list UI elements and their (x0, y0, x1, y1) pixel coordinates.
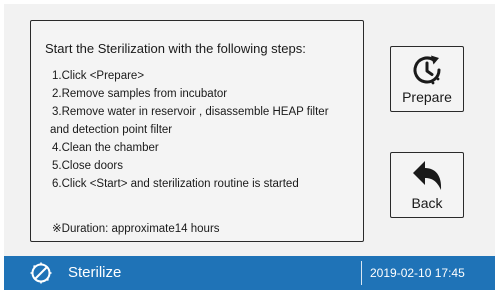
back-arrow-icon (413, 161, 442, 190)
instructions-panel: Start the Sterilization with the followi… (30, 20, 364, 242)
step-2: 2.Remove samples from incubator (52, 88, 228, 100)
datetime-display: 2019-02-10 17:45 (370, 266, 465, 280)
step-3-continued: and detection point filter (50, 124, 173, 136)
clock-refresh-icon (413, 55, 441, 85)
status-bar: Sterilize 2019-02-10 17:45 (4, 256, 495, 290)
page-title: Sterilize (68, 264, 122, 281)
step-5: 5.Close doors (52, 160, 123, 172)
step-3: 3.Remove water in reservoir , disassembl… (52, 106, 329, 118)
duration-note: ※Duration: approximate14 hours (52, 223, 220, 235)
screen: Start the Sterilization with the followi… (4, 4, 495, 290)
step-4: 4.Clean the chamber (52, 142, 159, 154)
status-divider (361, 261, 362, 285)
steps-list: 1.Click <Prepare> 2.Remove samples from … (50, 67, 362, 193)
prepare-button[interactable]: Prepare (390, 46, 464, 112)
panel-title: Start the Sterilization with the followi… (45, 41, 306, 56)
no-germs-icon (30, 262, 52, 284)
back-button-label: Back (411, 195, 443, 211)
prepare-button-label: Prepare (402, 89, 452, 105)
step-1: 1.Click <Prepare> (52, 70, 145, 82)
back-button[interactable]: Back (390, 152, 464, 218)
step-6: 6.Click <Start> and sterilization routin… (52, 178, 299, 190)
